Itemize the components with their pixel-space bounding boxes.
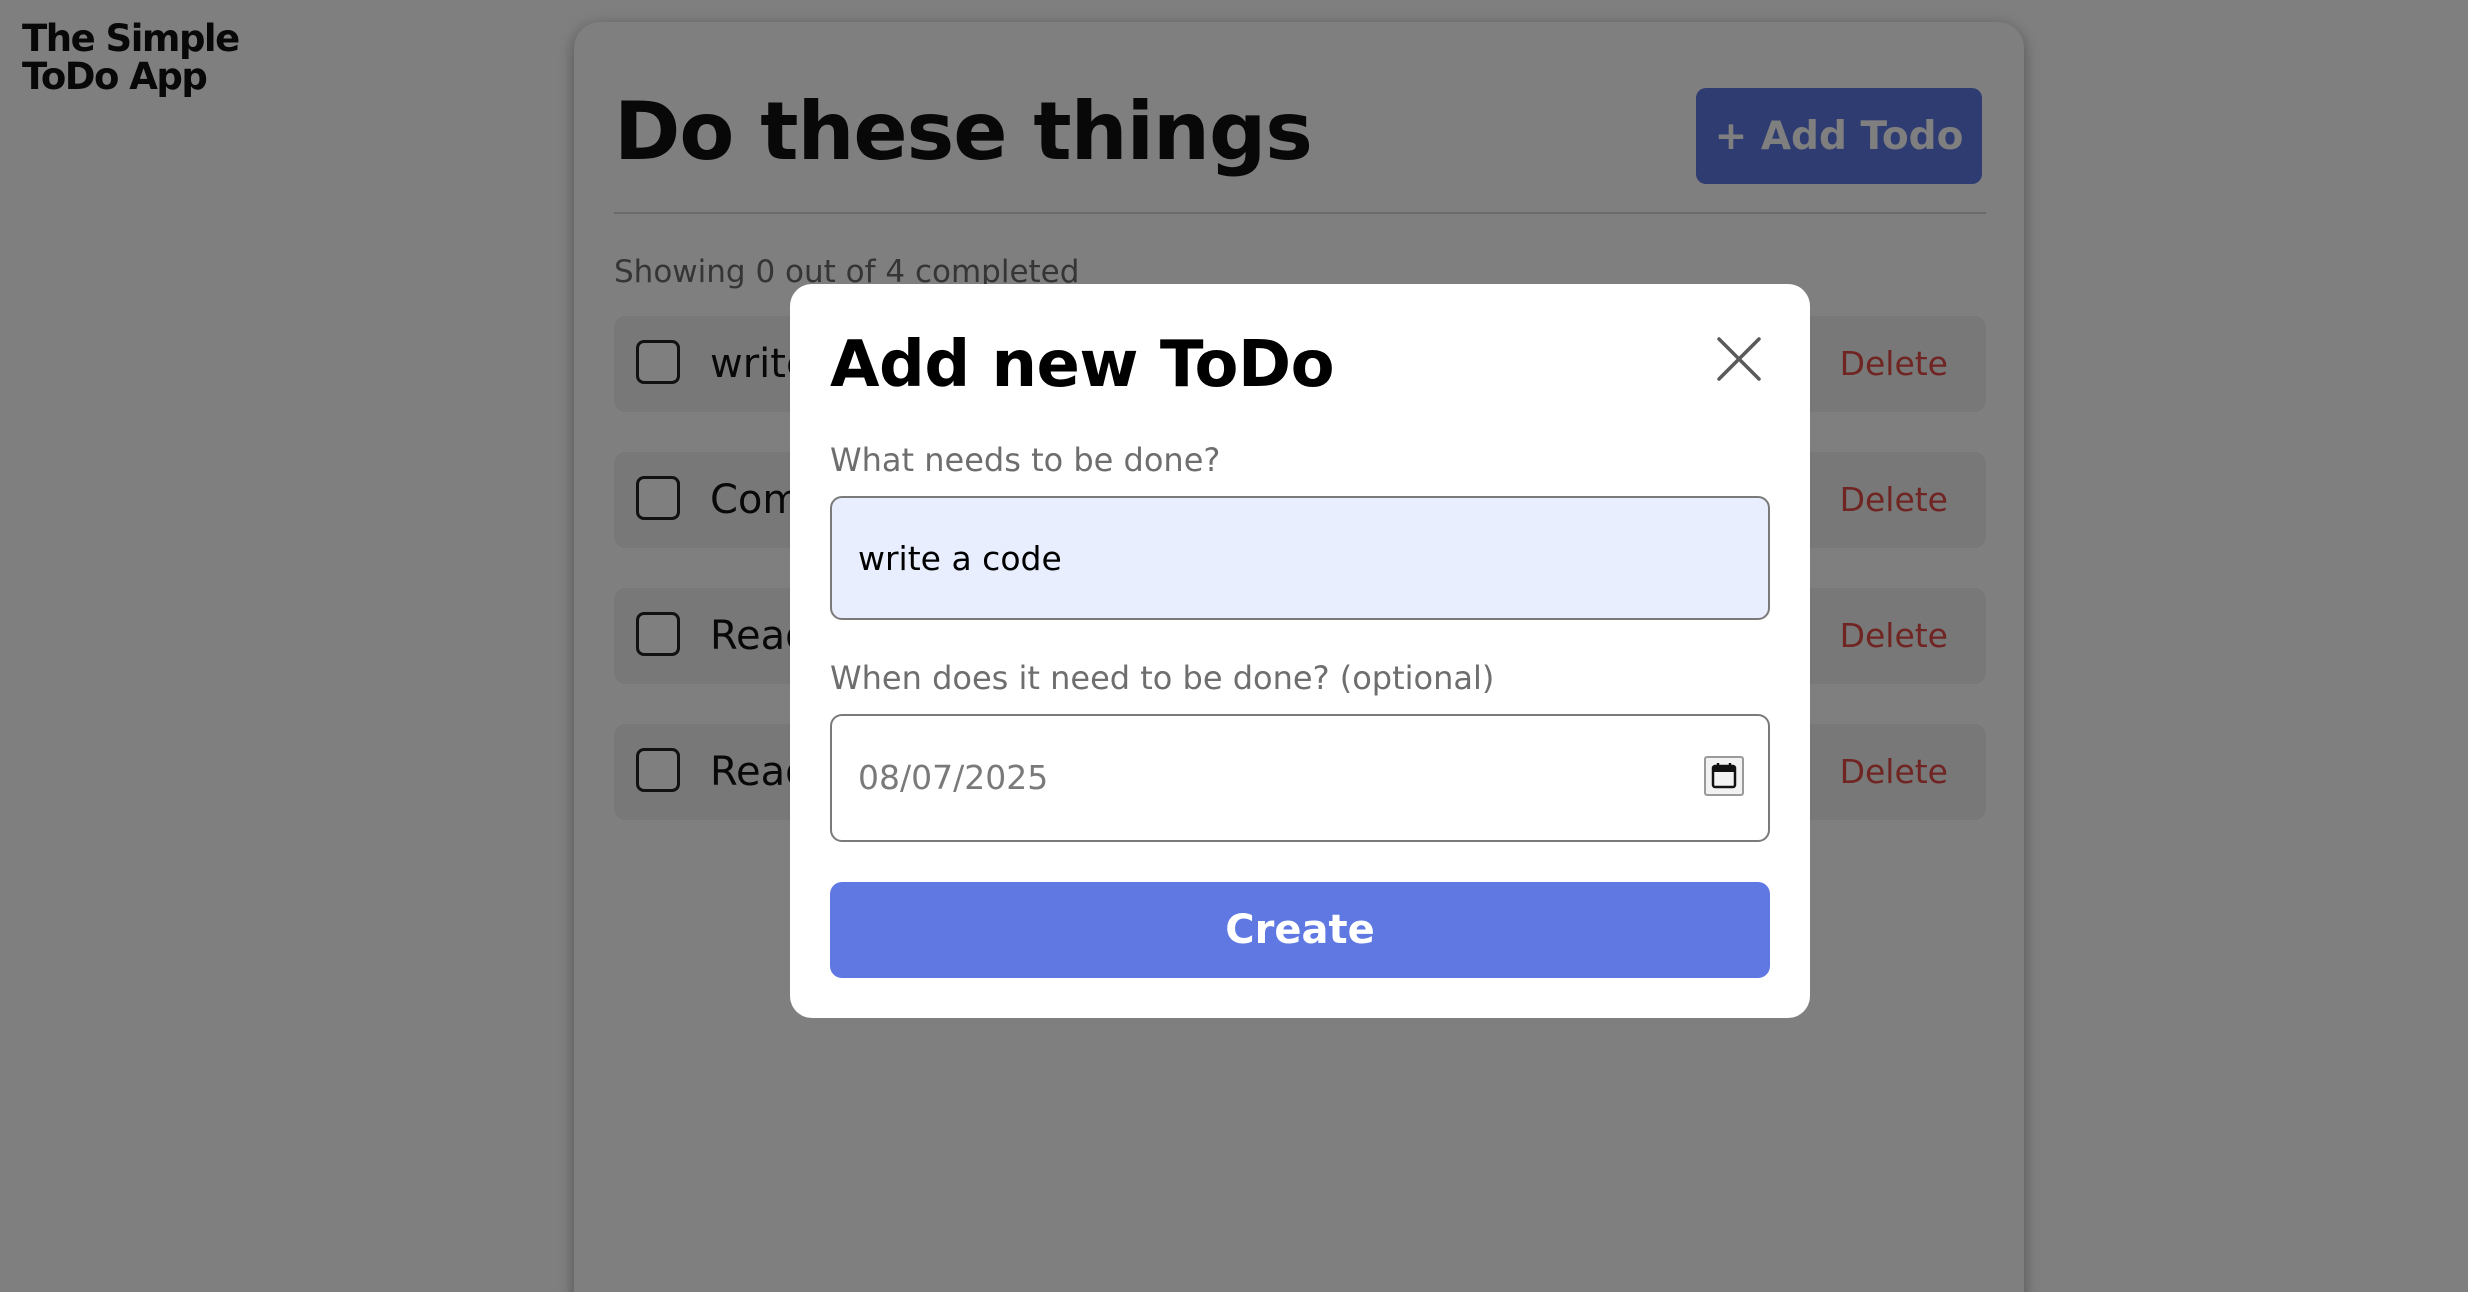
calendar-icon[interactable] (1704, 756, 1744, 796)
create-button[interactable]: Create (830, 882, 1770, 978)
modal-title: Add new ToDo (830, 328, 1335, 402)
close-icon (1717, 337, 1761, 381)
task-input[interactable] (830, 496, 1770, 620)
due-date-label: When does it need to be done? (optional) (830, 659, 1495, 697)
due-date-value: 08/07/2025 (858, 758, 1049, 797)
task-label: What needs to be done? (830, 441, 1221, 479)
close-button[interactable] (1716, 336, 1762, 382)
due-date-input[interactable]: 08/07/2025 (830, 714, 1770, 842)
add-todo-modal: Add new ToDo What needs to be done? When… (790, 284, 1810, 1018)
